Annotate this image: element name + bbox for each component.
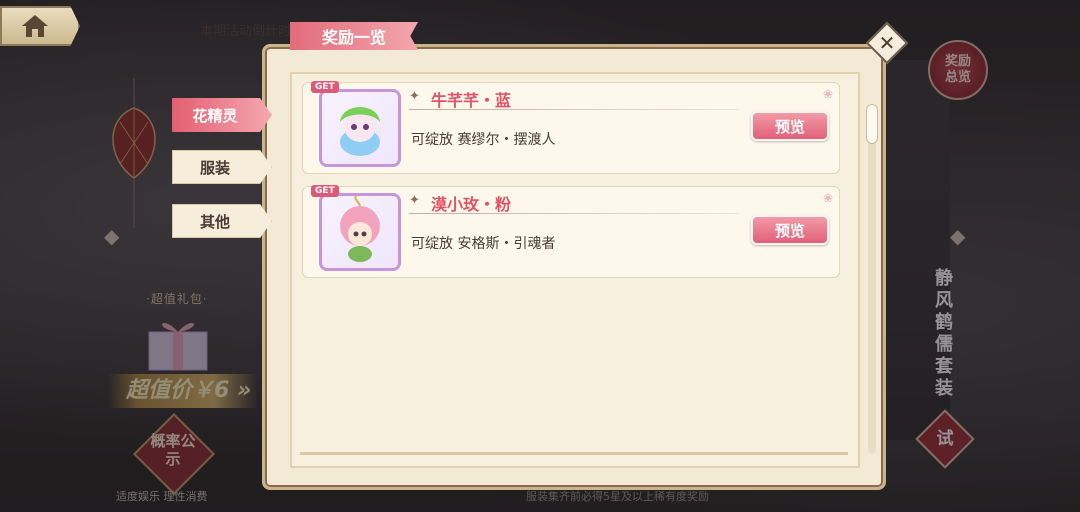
tab-other[interactable]: 其他	[172, 204, 272, 238]
star-bullet-icon: ✦	[409, 89, 420, 104]
list-item: GET ✦ 牛芊芊・蓝 可绽放 赛缪尔・摆渡人 预览 ❀	[302, 81, 840, 174]
divider	[409, 213, 739, 214]
star-bullet-icon: ✦	[409, 193, 420, 208]
item-name: 牛芊芊・蓝	[431, 91, 512, 110]
list-bottom-divider	[300, 452, 848, 455]
corner-ornament-icon: ❀	[822, 191, 833, 205]
home-button[interactable]	[0, 6, 80, 46]
tab-label: 花精灵	[192, 106, 238, 125]
tab-clothing[interactable]: 服装	[172, 150, 272, 184]
flower-spirit-pink-icon	[340, 195, 380, 262]
list-item: GET ✦ 漠小玫・粉 可绽放 安格斯・引魂者 预览 ❀	[302, 185, 840, 278]
obtained-badge: GET	[311, 81, 339, 93]
close-icon[interactable]: ✕	[872, 28, 902, 58]
scrollbar-thumb[interactable]	[866, 104, 878, 144]
scrollbar-track[interactable]	[868, 104, 876, 454]
obtained-badge: GET	[311, 185, 339, 197]
corner-ornament-icon: ❀	[822, 87, 833, 101]
preview-button[interactable]: 预览	[751, 215, 829, 245]
item-description: 可绽放 赛缪尔・摆渡人	[411, 132, 556, 148]
home-icon	[22, 15, 48, 37]
tab-flower-spirit[interactable]: 花精灵	[172, 98, 272, 132]
tab-label: 其他	[199, 212, 230, 231]
modal-title: 奖励一览	[290, 22, 418, 50]
item-thumbnail	[319, 89, 401, 167]
item-thumbnail	[319, 193, 401, 271]
item-description: 可绽放 安格斯・引魂者	[411, 236, 556, 252]
tab-label: 服装	[199, 158, 230, 177]
flower-spirit-blue-icon	[340, 107, 380, 156]
divider	[409, 109, 739, 110]
event-countdown: 本期活动倒计时	[200, 24, 292, 39]
preview-button[interactable]: 预览	[751, 111, 829, 141]
item-name: 漠小玫・粉	[431, 195, 512, 214]
